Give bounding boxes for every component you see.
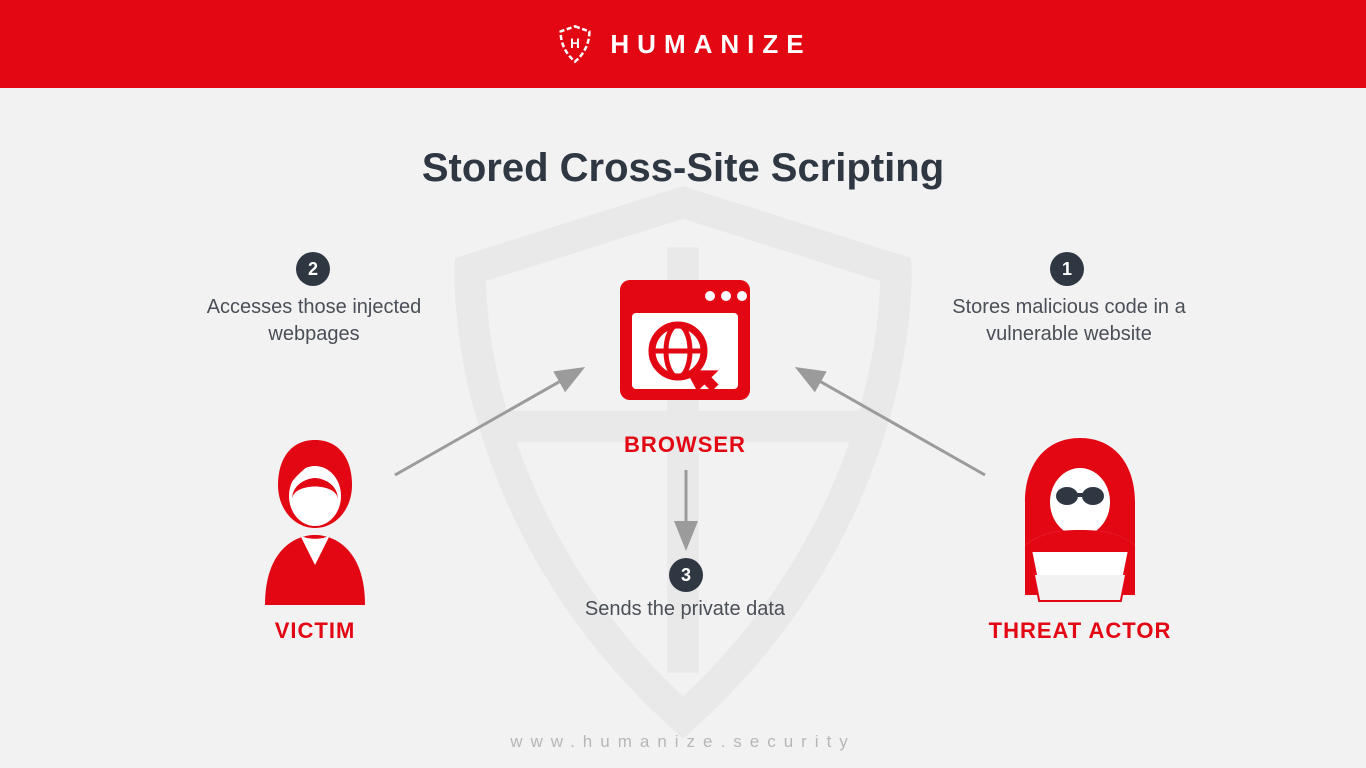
step-1-text: Stores malicious code in a vulnerable we… xyxy=(948,294,1190,348)
victim-icon xyxy=(240,430,390,615)
step-3-badge: 3 xyxy=(669,558,703,592)
footer-url: www.humanize.security xyxy=(0,732,1366,752)
header-banner: H HUMANIZE xyxy=(0,0,1366,88)
step-1-badge: 1 xyxy=(1050,252,1084,286)
brand-name: HUMANIZE xyxy=(610,29,811,60)
step-3-text: Sends the private data xyxy=(560,596,810,623)
browser-label: BROWSER xyxy=(610,432,760,458)
diagram-title: Stored Cross-Site Scripting xyxy=(0,146,1366,191)
threat-actor-icon xyxy=(995,430,1165,615)
victim-label: VICTIM xyxy=(240,618,390,644)
threat-actor-label: THREAT ACTOR xyxy=(980,618,1180,644)
background-shield-watermark xyxy=(323,180,1043,740)
step-2-text: Accesses those injected webpages xyxy=(196,294,432,348)
browser-icon xyxy=(610,265,760,420)
svg-text:H: H xyxy=(571,36,581,51)
shield-logo-icon: H xyxy=(554,23,596,65)
step-2-badge: 2 xyxy=(296,252,330,286)
